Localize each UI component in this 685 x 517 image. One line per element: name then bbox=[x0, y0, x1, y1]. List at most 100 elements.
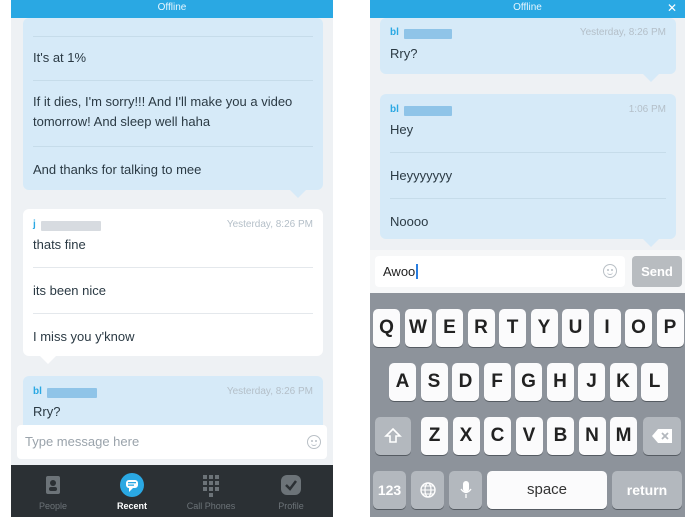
globe-icon bbox=[419, 482, 436, 498]
message-text: And thanks for talking to mee bbox=[33, 162, 202, 177]
people-icon bbox=[46, 476, 60, 494]
smiley-icon[interactable] bbox=[307, 435, 321, 449]
backspace-icon bbox=[652, 429, 672, 443]
message-input[interactable]: Awoo bbox=[375, 256, 625, 287]
return-key[interactable]: return bbox=[612, 471, 682, 509]
message-separator bbox=[33, 80, 313, 81]
shift-key[interactable] bbox=[375, 417, 411, 455]
message-separator bbox=[390, 152, 666, 153]
message-text: Hey bbox=[390, 122, 414, 137]
send-button[interactable]: Send bbox=[632, 256, 682, 287]
numbers-key[interactable]: 123 bbox=[373, 471, 406, 509]
message-timestamp: Yesterday, 8:26 PM bbox=[579, 27, 666, 38]
key-h[interactable]: H bbox=[546, 363, 574, 401]
key-m[interactable]: M bbox=[610, 417, 637, 455]
key-j[interactable]: J bbox=[578, 363, 605, 401]
outgoing-message-bubble: bl Yesterday, 8:26 PM Rry? bbox=[380, 18, 676, 82]
message-text: Noooo bbox=[390, 214, 429, 229]
key-b[interactable]: B bbox=[547, 417, 574, 455]
globe-key[interactable] bbox=[411, 471, 444, 509]
sender-row: bl Yesterday, 8:26 PM bbox=[390, 27, 666, 41]
message-separator bbox=[33, 313, 313, 314]
onscreen-keyboard: Q W E R T Y U I O P A S D F G H J K L Z X C V B N M 123 space return bbox=[370, 293, 685, 517]
sender-name: bl bbox=[33, 386, 42, 397]
message-text: I miss you y'know bbox=[33, 329, 135, 344]
message-text: its been nice bbox=[33, 283, 106, 298]
sender-row: bl 1:06 PM bbox=[390, 104, 666, 118]
key-n[interactable]: N bbox=[578, 417, 606, 455]
bubble-tail bbox=[39, 355, 57, 364]
key-s[interactable]: S bbox=[420, 363, 448, 401]
tab-call-phones[interactable]: Call Phones bbox=[179, 465, 243, 517]
message-timestamp: Yesterday, 8:26 PM bbox=[226, 386, 313, 397]
key-w[interactable]: W bbox=[404, 309, 432, 347]
redacted-name-block bbox=[404, 29, 452, 39]
message-text: If it dies, I'm sorry!!! And I'll make y… bbox=[33, 94, 293, 129]
message-input-placeholder: Type message here bbox=[25, 434, 140, 449]
offline-status-text: Offline bbox=[157, 2, 187, 13]
message-separator bbox=[33, 267, 313, 268]
key-x[interactable]: X bbox=[452, 417, 480, 455]
sender-name: bl bbox=[390, 27, 399, 38]
dialpad-icon bbox=[203, 475, 219, 497]
smiley-icon[interactable] bbox=[603, 264, 617, 278]
key-q[interactable]: Q bbox=[373, 309, 400, 347]
bubble-tail bbox=[289, 189, 307, 198]
redacted-name-block bbox=[47, 388, 97, 398]
key-e[interactable]: E bbox=[436, 309, 463, 347]
key-u[interactable]: U bbox=[562, 309, 589, 347]
dictation-key[interactable] bbox=[449, 471, 482, 509]
key-z[interactable]: Z bbox=[421, 417, 448, 455]
key-l[interactable]: L bbox=[641, 363, 668, 401]
key-f[interactable]: F bbox=[483, 363, 511, 401]
outgoing-message-bubble: It's at 1% If it dies, I'm sorry!!! And … bbox=[23, 18, 323, 198]
tab-label: Call Phones bbox=[186, 501, 236, 511]
message-text: Heyyyyyyy bbox=[390, 168, 453, 183]
sender-row: bl Yesterday, 8:26 PM bbox=[33, 386, 313, 400]
tab-label: People bbox=[38, 501, 68, 511]
key-g[interactable]: G bbox=[515, 363, 542, 401]
tab-label: Profile bbox=[278, 501, 304, 511]
offline-status-bar: Offline ✕ bbox=[370, 0, 685, 18]
bubble-tail bbox=[642, 238, 660, 247]
key-o[interactable]: O bbox=[625, 309, 652, 347]
chat-bubble-icon bbox=[120, 473, 144, 497]
microphone-icon bbox=[459, 481, 472, 498]
key-r[interactable]: R bbox=[467, 309, 495, 347]
message-text: It's at 1% bbox=[33, 50, 87, 65]
right-chat-screen: Offline ✕ bl Yesterday, 8:26 PM Rry? bl … bbox=[370, 0, 685, 517]
message-input-value: Awoo bbox=[383, 264, 419, 279]
shift-arrow-icon bbox=[384, 427, 402, 443]
sender-name: j bbox=[33, 219, 36, 230]
key-a[interactable]: A bbox=[389, 363, 416, 401]
screenshot-stage: Offline It's at 1% If it dies, I'm sorry… bbox=[0, 0, 685, 517]
message-separator bbox=[390, 198, 666, 199]
message-text: thats fine bbox=[33, 237, 86, 252]
key-d[interactable]: D bbox=[452, 363, 479, 401]
tab-profile[interactable]: Profile bbox=[259, 465, 323, 517]
message-input[interactable]: Type message here bbox=[17, 425, 327, 459]
key-t[interactable]: T bbox=[499, 309, 526, 347]
space-key[interactable]: space bbox=[487, 471, 607, 509]
offline-status-bar: Offline bbox=[11, 0, 333, 18]
sender-name: bl bbox=[390, 104, 399, 115]
close-icon[interactable]: ✕ bbox=[667, 0, 677, 16]
key-i[interactable]: I bbox=[593, 309, 621, 347]
offline-status-text: Offline bbox=[513, 2, 542, 13]
left-chat-screen: Offline It's at 1% If it dies, I'm sorry… bbox=[11, 0, 333, 517]
incoming-message-bubble: j Yesterday, 8:26 PM thats fine its been… bbox=[23, 209, 323, 364]
message-text: Rry? bbox=[390, 46, 418, 61]
message-timestamp: 1:06 PM bbox=[628, 104, 666, 115]
message-text: Rry? bbox=[33, 404, 61, 419]
key-k[interactable]: K bbox=[609, 363, 637, 401]
backspace-key[interactable] bbox=[643, 417, 681, 455]
tab-people[interactable]: People bbox=[21, 465, 85, 517]
key-y[interactable]: Y bbox=[530, 309, 558, 347]
tab-label: Recent bbox=[116, 501, 147, 511]
key-v[interactable]: V bbox=[515, 417, 543, 455]
tab-recent[interactable]: Recent bbox=[100, 465, 164, 517]
key-c[interactable]: C bbox=[484, 417, 511, 455]
key-p[interactable]: P bbox=[656, 309, 684, 347]
bottom-tab-bar: People Recent Call Phones Profile bbox=[11, 465, 333, 517]
redacted-name-block bbox=[404, 106, 452, 116]
